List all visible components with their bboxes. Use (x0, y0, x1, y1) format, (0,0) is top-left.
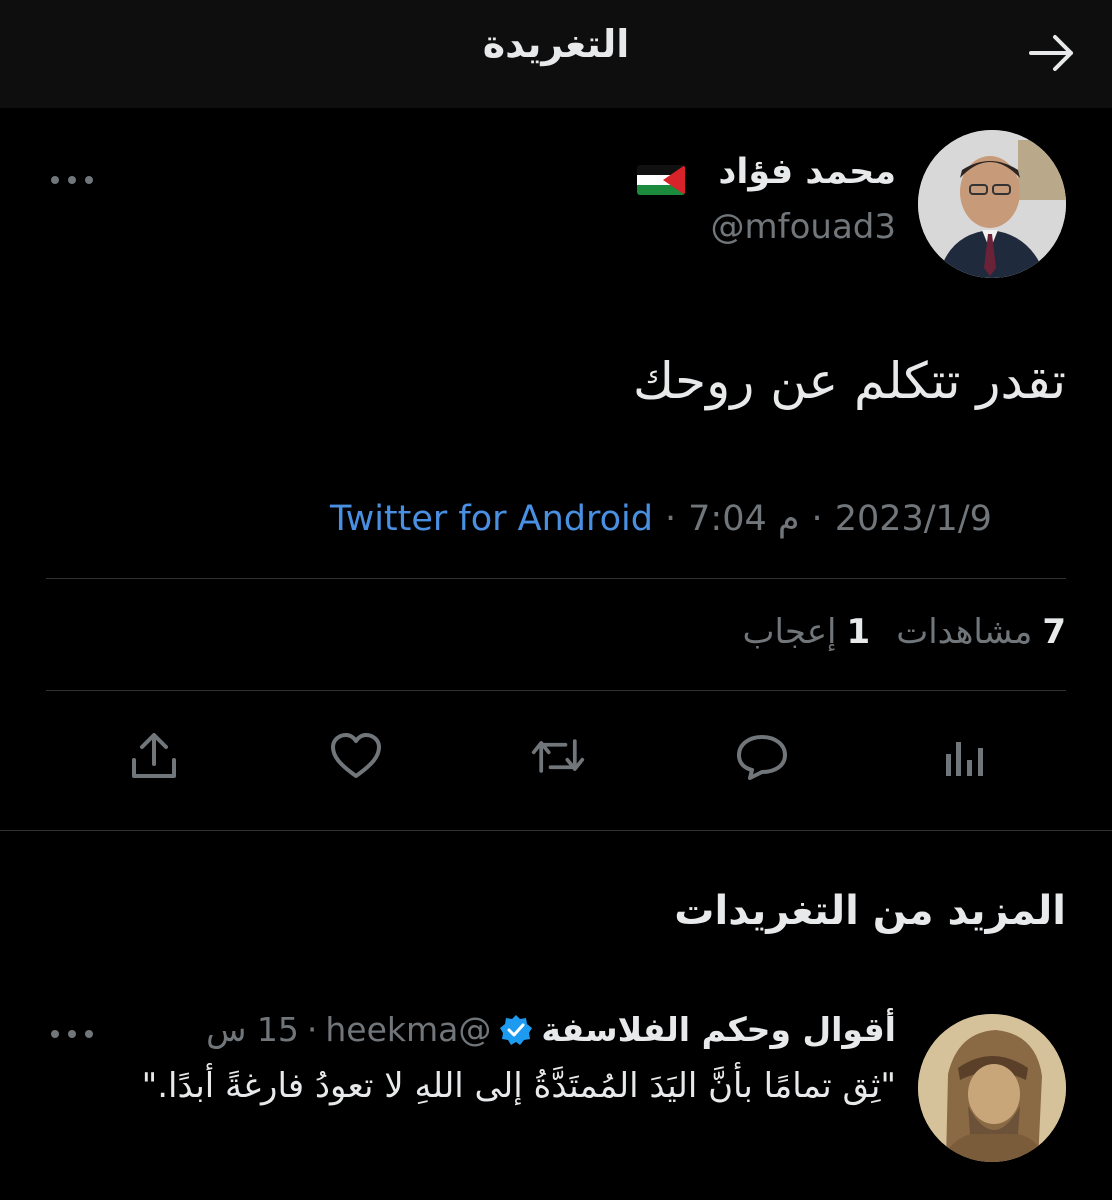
related-tweet-time: 15 س (206, 1010, 299, 1049)
author-name[interactable]: محمد فؤاد (718, 152, 896, 192)
divider (46, 690, 1066, 691)
tweet-date: 2023/1/9 (834, 499, 992, 539)
retweet-button[interactable] (530, 728, 586, 784)
tweet-meta: Twitter for Android · 7:04 م · 2023/1/9 (330, 496, 1066, 542)
heekma-avatar[interactable] (918, 1014, 1066, 1162)
related-author-name[interactable]: أقوال وحكم الفلاسفة (541, 1010, 896, 1049)
more-options-button[interactable] (50, 166, 94, 194)
like-button[interactable] (328, 728, 384, 784)
more-dots-icon (51, 176, 93, 184)
tweet-text: تقدر تتكلم عن روحك (633, 352, 1066, 410)
arrow-right-icon (1029, 35, 1073, 71)
analytics-button[interactable] (936, 728, 992, 784)
related-author-handle[interactable]: @heekma (325, 1010, 491, 1049)
tweet-time: 7:04 م (688, 499, 800, 539)
page-title: التغريدة (482, 22, 630, 66)
author-handle[interactable]: @mfouad3 (711, 207, 897, 247)
avatar-image (918, 130, 1066, 278)
share-button[interactable] (126, 728, 182, 784)
related-more-options-button[interactable] (50, 1020, 94, 1048)
likes-count: 1 (846, 612, 871, 652)
meta-separator: · (665, 499, 677, 539)
reply-button[interactable] (734, 728, 790, 784)
author-avatar[interactable] (918, 130, 1066, 278)
views-label: مشاهدات (896, 612, 1033, 652)
views-count: 7 (1042, 612, 1066, 652)
divider (46, 578, 1066, 579)
meta-separator: · (811, 499, 823, 539)
tweet-source-link[interactable]: Twitter for Android (330, 499, 653, 539)
retweet-icon (531, 739, 585, 773)
back-button[interactable] (1022, 28, 1082, 78)
related-tweet-header: أقوال وحكم الفلاسفة @heekma · 15 س (206, 1010, 896, 1049)
likes-label: إعجاب (742, 612, 837, 652)
meta-separator: · (306, 1010, 318, 1049)
likes-stat[interactable]: 1إعجاب (742, 612, 870, 652)
related-tweet-text[interactable]: "ثِق تمامًا بأنَّ اليَدَ المُمتَدَّةُ إل… (116, 1062, 896, 1110)
more-dots-icon (51, 1030, 93, 1038)
views-stat[interactable]: 7مشاهدات (896, 612, 1066, 652)
share-icon (132, 733, 176, 778)
verified-badge-icon (500, 1014, 533, 1045)
speech-bubble-icon (737, 735, 787, 780)
heart-icon (331, 733, 381, 778)
more-tweets-title: المزيد من التغريدات (674, 888, 1066, 934)
palestine-flag-icon (637, 165, 685, 195)
tweet-detail-page: التغريدة محمد فؤاد @mfouad3 تقدر تتكلم ع… (0, 0, 1112, 1200)
tweet-stats: 7مشاهدات 1إعجاب (742, 612, 1066, 652)
bar-chart-icon (946, 742, 983, 776)
avatar-image (918, 1014, 1066, 1162)
top-bar: التغريدة (0, 0, 1112, 108)
section-divider (0, 830, 1112, 831)
